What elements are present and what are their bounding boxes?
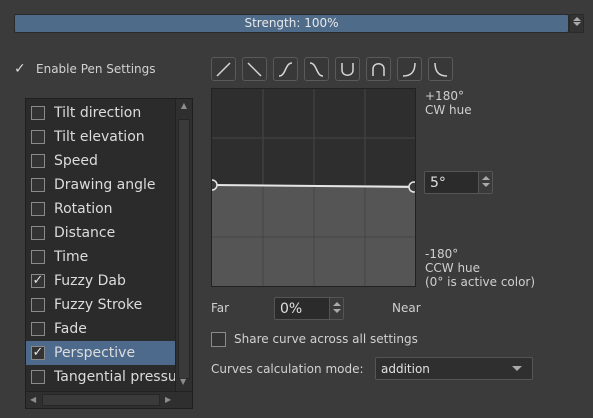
bottom-value-label: -180°: [425, 247, 459, 261]
sensor-label: Tilt elevation: [54, 129, 145, 145]
chevron-down-icon[interactable]: [512, 366, 522, 371]
far-label: Far: [211, 301, 230, 315]
curve-editor[interactable]: [211, 88, 416, 287]
sensor-item[interactable]: Tangential pressure: [26, 365, 176, 389]
sensor-label: Speed: [54, 153, 98, 169]
spin-down-icon[interactable]: [572, 22, 581, 26]
sensor-item[interactable]: Speed: [26, 149, 176, 173]
sensor-checkbox[interactable]: [31, 250, 45, 264]
horizontal-scrollbar[interactable]: ◀ ▶: [26, 391, 192, 408]
sensor-checkbox[interactable]: [31, 202, 45, 216]
sensor-label: Time: [54, 249, 89, 265]
sensor-checkbox[interactable]: ✓: [31, 346, 45, 360]
top-hue-label: CW hue: [425, 103, 472, 117]
curve-value-spinbox[interactable]: 5°: [424, 171, 493, 194]
preset-j-curve-button[interactable]: [397, 57, 422, 81]
spin-up-icon[interactable]: [481, 176, 490, 180]
preset-s-curve-button[interactable]: [273, 57, 298, 81]
position-spinbox[interactable]: 0%: [274, 297, 344, 320]
sensor-checkbox[interactable]: [31, 178, 45, 192]
sensor-checkbox[interactable]: [31, 130, 45, 144]
preset-l-curve-button[interactable]: [428, 57, 453, 81]
share-curve-box[interactable]: [211, 331, 226, 347]
sensor-item[interactable]: ✓ Fuzzy Dab: [26, 269, 176, 293]
position-spin-buttons[interactable]: [329, 298, 343, 319]
linear-down-icon: [247, 62, 262, 77]
l-curve-icon: [434, 62, 448, 77]
sensor-label: Drawing angle: [54, 177, 156, 193]
preset-reverse-s-curve-button[interactable]: [304, 57, 329, 81]
calc-mode-value[interactable]: addition: [376, 362, 512, 376]
scroll-up-icon[interactable]: ▲: [176, 102, 192, 110]
sensor-item[interactable]: Tilt elevation: [26, 125, 176, 149]
spin-up-icon[interactable]: [572, 17, 581, 21]
sensor-label: Fuzzy Stroke: [54, 297, 143, 313]
arch-curve-icon: [372, 63, 385, 76]
sensor-item[interactable]: Tilt direction: [26, 101, 176, 125]
share-curve-checkbox[interactable]: Share curve across all settings: [211, 330, 418, 348]
sensor-checkbox[interactable]: [31, 154, 45, 168]
reverse-s-curve-icon: [309, 62, 324, 77]
vertical-scrollbar[interactable]: ▲ ▼: [175, 99, 192, 391]
enable-pen-settings-label: Enable Pen Settings: [36, 62, 156, 76]
vertical-scroll-thumb[interactable]: [178, 119, 190, 379]
strength-slider[interactable]: Strength: 100%: [14, 14, 569, 33]
position-value[interactable]: 0%: [275, 301, 329, 317]
enable-pen-settings-checkbox[interactable]: ✓ Enable Pen Settings: [14, 61, 156, 77]
checkmark-icon: ✓: [14, 61, 26, 77]
sensor-item[interactable]: Rotation: [26, 197, 176, 221]
curve-value-spin-buttons[interactable]: [478, 172, 492, 193]
linear-up-icon: [216, 62, 231, 77]
sensor-item[interactable]: Drawing angle: [26, 173, 176, 197]
sensor-label: Perspective: [54, 345, 136, 361]
calc-mode-label: Curves calculation mode:: [211, 362, 364, 376]
near-label: Near: [392, 301, 421, 315]
sensor-checkbox[interactable]: [31, 226, 45, 240]
curve-point-left[interactable]: [212, 179, 218, 191]
sensor-item[interactable]: ✓ Perspective: [26, 341, 176, 365]
sensor-checkbox[interactable]: ✓: [31, 274, 45, 288]
scroll-right-icon[interactable]: ▶: [165, 396, 171, 404]
preset-linear-up-button[interactable]: [211, 57, 236, 81]
sensor-checkbox[interactable]: [31, 370, 45, 384]
s-curve-icon: [278, 62, 293, 77]
bottom-hue-label: CCW hue: [425, 261, 481, 275]
sensor-label: Distance: [54, 225, 116, 241]
scroll-down-icon[interactable]: ▼: [180, 378, 186, 386]
share-curve-label: Share curve across all settings: [234, 332, 418, 346]
top-value-label: +180°: [425, 89, 464, 103]
preset-u-curve-button[interactable]: [335, 57, 360, 81]
sensor-item[interactable]: Fade: [26, 317, 176, 341]
strength-label: Strength: 100%: [244, 16, 339, 30]
active-color-note: (0° is active color): [425, 275, 536, 289]
sensor-item[interactable]: Fuzzy Stroke: [26, 293, 176, 317]
sensor-label: Fuzzy Dab: [54, 273, 126, 289]
sensor-list[interactable]: Tilt direction Tilt elevation Speed Drawing…: [25, 98, 193, 409]
curve-point-right[interactable]: [408, 181, 415, 193]
preset-arch-curve-button[interactable]: [366, 57, 391, 81]
spin-down-icon[interactable]: [481, 183, 490, 187]
preset-linear-down-button[interactable]: [242, 57, 267, 81]
sensor-checkbox[interactable]: [31, 298, 45, 312]
sensor-checkbox[interactable]: [31, 322, 45, 336]
sensor-item[interactable]: Time: [26, 245, 176, 269]
scroll-left-icon[interactable]: ◀: [30, 396, 36, 404]
sensor-checkbox[interactable]: [31, 106, 45, 120]
spin-up-icon[interactable]: [332, 302, 341, 306]
horizontal-scroll-thumb[interactable]: [42, 394, 160, 406]
sensor-label: Tangential pressure: [54, 369, 176, 385]
curve-value[interactable]: 5°: [425, 175, 478, 191]
sensor-item[interactable]: Distance: [26, 221, 176, 245]
sensor-label: Fade: [54, 321, 87, 337]
j-curve-icon: [402, 62, 416, 77]
spin-down-icon[interactable]: [332, 309, 341, 313]
sensor-label: Rotation: [54, 201, 113, 217]
calc-mode-select[interactable]: addition: [375, 357, 533, 380]
strength-spin-buttons[interactable]: [569, 14, 584, 33]
u-curve-icon: [341, 63, 354, 76]
sensor-label: Tilt direction: [54, 105, 142, 121]
